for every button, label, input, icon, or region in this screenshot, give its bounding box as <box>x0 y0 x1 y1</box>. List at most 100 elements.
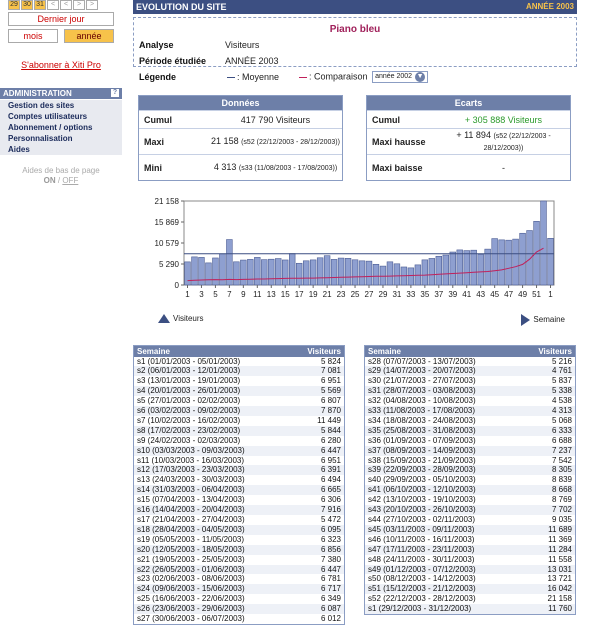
admin-item-abonnement[interactable]: Abonnement / options <box>0 122 122 133</box>
calendar-day[interactable]: 31 <box>34 0 46 10</box>
week-cell: s1 (01/01/2003 - 05/01/2003) <box>137 356 241 366</box>
on-toggle[interactable]: ON <box>44 176 56 185</box>
visitors-cell: 6 781 <box>320 574 341 584</box>
table-row: s2 (06/01/2003 - 12/01/2003) 7 081 <box>133 366 345 377</box>
week-cell: s51 (15/12/2003 - 21/12/2003) <box>364 584 521 595</box>
week-cell: s43 (20/10/2003 - 26/10/2003) <box>364 505 521 515</box>
x-tick-label: 1 <box>548 290 553 299</box>
admin-menu: Gestion des sites Comptes utilisateurs A… <box>0 100 122 155</box>
visitors-cell: 6 306 <box>320 495 341 505</box>
week-cell: s21 (19/05/2003 - 25/05/2003) <box>137 554 245 564</box>
admin-item-gestion[interactable]: Gestion des sites <box>0 100 122 111</box>
admin-item-comptes[interactable]: Comptes utilisateurs <box>0 111 122 122</box>
week-cell: s32 (04/08/2003 - 10/08/2003) <box>368 396 476 406</box>
legend-visiteurs[interactable]: Visiteurs <box>158 314 204 324</box>
annee-button[interactable]: année <box>64 29 114 43</box>
bar <box>547 238 554 286</box>
table-row: s32 (04/08/2003 - 10/08/2003) 4 538 <box>365 396 576 406</box>
admin-item-personnalisation[interactable]: Personnalisation <box>0 133 122 144</box>
bar <box>302 260 310 286</box>
legend-moyenne: : Moyenne <box>225 72 279 82</box>
visitors-cell: 6 856 <box>289 544 345 555</box>
off-toggle[interactable]: OFF <box>62 176 78 185</box>
visitors-cell: 8 839 <box>551 475 572 485</box>
x-tick-label: 51 <box>532 290 541 299</box>
legend-semaine[interactable]: Semaine <box>521 314 565 326</box>
x-tick-label: 7 <box>227 290 232 299</box>
help-icon[interactable]: ? <box>111 89 119 97</box>
subscribe-link[interactable]: S'abonner à Xiti Pro <box>0 60 122 70</box>
table-row: s42 (13/10/2003 - 19/10/2003) 8 769 <box>365 495 576 505</box>
triangle-right-icon <box>521 314 531 326</box>
bar <box>519 232 526 286</box>
visitors-cell: 8 305 <box>520 465 576 476</box>
table-row: s16 (14/04/2003 - 20/04/2003) 7 916 <box>133 505 345 515</box>
x-tick-label: 3 <box>199 290 204 299</box>
analyse-label: Analyse <box>139 40 174 50</box>
visitors-cell: 5 472 <box>320 515 341 524</box>
visitors-cell: 7 916 <box>289 505 345 515</box>
bar <box>470 249 477 286</box>
col-visiteurs[interactable]: Visiteurs <box>520 345 576 357</box>
week-cell: s41 (06/10/2003 - 12/10/2003) <box>364 485 521 496</box>
admin-item-aides[interactable]: Aides <box>0 144 122 155</box>
week-cell: s3 (13/01/2003 - 19/01/2003) <box>137 376 241 386</box>
calendar-next-icon[interactable]: > <box>73 0 85 10</box>
bar <box>268 258 275 286</box>
bar <box>295 262 303 286</box>
visitors-cell: 6 494 <box>320 475 341 485</box>
visitors-cell: 6 665 <box>289 485 345 496</box>
moyenne-text: : Moyenne <box>237 72 280 82</box>
ecarts-panel: Ecarts Cumul + 305 888 Visiteurs Maxi hau… <box>366 95 571 181</box>
donnees-mini-value: 4 313 <box>213 161 237 172</box>
calendar-next-icon[interactable]: > <box>86 0 98 10</box>
table-row: s20 (12/05/2003 - 18/05/2003) 6 856 <box>133 544 345 555</box>
x-tick-label: 49 <box>518 290 527 299</box>
visitors-cell: 6 447 <box>289 445 345 456</box>
table-row: s9 (24/02/2003 - 02/03/2003) 6 280 <box>134 436 345 446</box>
calendar-prev-icon[interactable]: < <box>60 0 72 10</box>
ecarts-title: Ecarts <box>367 96 570 110</box>
bar <box>477 254 484 286</box>
mois-button[interactable]: mois <box>8 29 58 43</box>
week-cell: s50 (08/12/2003 - 14/12/2003) <box>368 574 476 584</box>
week-cell: s38 (15/09/2003 - 21/09/2003) <box>368 455 476 465</box>
calendar-day[interactable]: 29 <box>8 0 20 10</box>
table-row: s35 (25/08/2003 - 31/08/2003) 6 333 <box>364 425 576 436</box>
calendar-day[interactable]: 30 <box>21 0 33 10</box>
table-row: s29 (14/07/2003 - 20/07/2003) 4 761 <box>364 366 576 377</box>
visitors-cell: 21 158 <box>547 594 572 604</box>
week-cell: s34 (18/08/2003 - 24/08/2003) <box>368 415 476 425</box>
y-tick-label: 0 <box>175 281 180 290</box>
week-cell: s37 (08/09/2003 - 14/09/2003) <box>364 445 521 456</box>
visitors-cell: 13 031 <box>520 564 576 575</box>
col-visiteurs[interactable]: Visiteurs <box>289 345 345 357</box>
x-tick-label: 9 <box>241 290 246 299</box>
col-semaine[interactable]: Semaine <box>133 345 290 357</box>
donnees-maxi-value: 21 158 <box>211 135 239 146</box>
bar <box>344 258 352 286</box>
table-row: s22 (26/05/2003 - 01/06/2003) 6 447 <box>133 564 345 575</box>
x-tick-label: 23 <box>337 290 346 299</box>
visitors-cell: 6 012 <box>320 614 341 624</box>
visitors-cell: 6 323 <box>320 534 341 544</box>
dernier-jour-button[interactable]: Dernier jour <box>8 12 114 26</box>
table-row: s4 (20/01/2003 - 26/01/2003) 5 569 <box>133 386 345 397</box>
site-name: Piano bleu <box>329 24 381 35</box>
main-content: EVOLUTION DU SITE ANNÉE 2003 Piano bleu … <box>133 0 577 83</box>
table-row: s38 (15/09/2003 - 21/09/2003) 7 542 <box>365 456 576 466</box>
visitors-cell: 6 951 <box>320 376 341 386</box>
week-cell: s25 (16/06/2003 - 22/06/2003) <box>137 594 245 604</box>
week-cell: s17 (21/04/2003 - 27/04/2003) <box>137 515 245 524</box>
comparaison-text: : Comparaison <box>309 71 368 82</box>
comparaison-line-icon <box>299 76 308 78</box>
table-row: s1 (01/01/2003 - 05/01/2003) 5 824 <box>134 357 345 367</box>
week-cell: s10 (03/03/2003 - 09/03/2003) <box>133 445 290 456</box>
table-row: s14 (31/03/2003 - 06/04/2003) 6 665 <box>133 485 345 496</box>
compare-year-select[interactable]: année 2002 ▼ <box>372 71 429 83</box>
bar <box>442 254 449 286</box>
week-cell: s39 (22/09/2003 - 28/09/2003) <box>364 465 521 476</box>
calendar-prev-icon[interactable]: < <box>47 0 59 10</box>
table-row: s47 (17/11/2003 - 23/11/2003) 11 284 <box>364 544 576 555</box>
col-semaine[interactable]: Semaine <box>364 345 521 357</box>
